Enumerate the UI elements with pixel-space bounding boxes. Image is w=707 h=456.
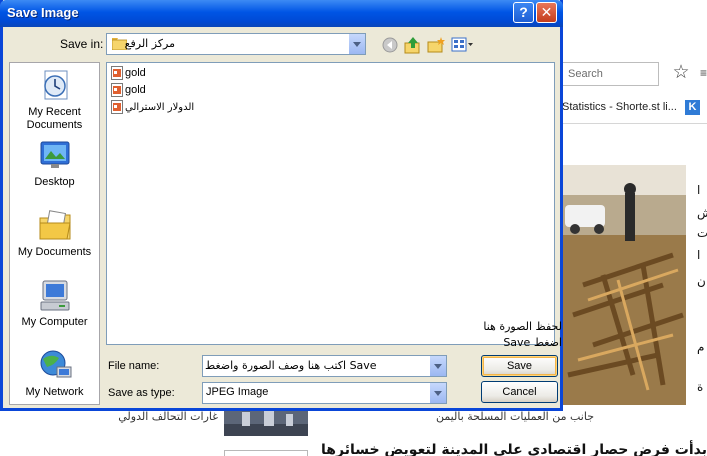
- save-in-value: مركز الرفع: [124, 37, 175, 50]
- place-recent-documents[interactable]: My Recent Documents: [10, 69, 99, 132]
- k-icon: K: [684, 99, 700, 115]
- my-computer-icon: [40, 280, 69, 311]
- bookmark-label: Statistics - Shorte.st li...: [562, 101, 677, 113]
- article-edge-text: ش: [697, 206, 707, 220]
- file-item[interactable]: gold: [111, 65, 146, 81]
- file-item[interactable]: gold: [111, 82, 146, 98]
- place-label: My Network: [25, 386, 84, 398]
- my-network-icon: [40, 350, 71, 378]
- article-edge-text: م: [697, 340, 705, 354]
- bookmark-item[interactable]: Statistics - Shorte.st li... K: [562, 97, 707, 117]
- related-link[interactable]: غارات التحالف الدولي: [96, 410, 218, 423]
- save-in-dropdown[interactable]: مركز الرفع: [106, 33, 366, 55]
- place-label: Desktop: [34, 176, 75, 188]
- chevron-down-icon[interactable]: [429, 356, 446, 376]
- bookmark-star-icon[interactable]: ☆: [668, 62, 694, 86]
- my-documents-icon: [39, 210, 71, 240]
- place-my-network[interactable]: My Network: [10, 349, 99, 399]
- save-as-type-value: JPEG Image: [206, 386, 269, 398]
- recent-documents-icon: [43, 70, 67, 100]
- article-edge-text: ة: [697, 380, 704, 394]
- article-edge-text: ن: [697, 274, 706, 288]
- save-as-type-label: Save as type:: [108, 387, 175, 399]
- chevron-down-icon[interactable]: [429, 383, 446, 403]
- view-menu-icon[interactable]: [450, 35, 474, 55]
- article-body-text: بدأت فرض حصار اقتصادي على المدينة لتعويض…: [321, 442, 707, 456]
- place-label: My Documents: [17, 246, 92, 258]
- place-my-computer[interactable]: My Computer: [10, 279, 99, 329]
- article-photo: [563, 165, 686, 405]
- places-bar: My Recent Documents Desktop My Documents: [9, 62, 100, 405]
- annotation-line: اضغط Save: [503, 336, 562, 349]
- file-list[interactable]: gold gold الدولار الاسترالي: [106, 62, 555, 345]
- file-name: الدولار الاسترالي: [125, 102, 195, 113]
- place-label: My Recent Documents: [26, 106, 83, 131]
- save-button[interactable]: Save: [481, 355, 558, 377]
- chevron-down-icon[interactable]: [348, 34, 365, 54]
- desktop-icon: [40, 141, 69, 168]
- file-name-label: File name:: [108, 360, 160, 372]
- menu-icon[interactable]: ≡: [700, 66, 707, 84]
- cancel-button[interactable]: Cancel: [481, 381, 558, 403]
- save-as-type-dropdown[interactable]: JPEG Image: [202, 382, 447, 404]
- image-file-icon: [111, 100, 123, 115]
- instruction-annotation: لحفظ الصورة هنا اضغط Save: [478, 319, 562, 351]
- annotation-line: لحفظ الصورة هنا: [483, 320, 562, 333]
- photo-caption: جانب من العمليات المسلحة باليمن: [435, 410, 594, 423]
- back-icon[interactable]: [380, 35, 400, 55]
- help-button[interactable]: ?: [513, 2, 534, 23]
- browser-search-input[interactable]: Search: [561, 62, 659, 86]
- article-edge-text: ا: [697, 248, 701, 262]
- related-thumbnail-2[interactable]: [224, 450, 308, 456]
- file-name: gold: [125, 67, 146, 79]
- file-name-value: اكتب هنا وصف الصورة واضغط Save: [205, 359, 377, 372]
- file-item[interactable]: الدولار الاسترالي: [111, 99, 194, 115]
- place-desktop[interactable]: Desktop: [10, 139, 99, 189]
- article-edge-text: ا: [697, 183, 701, 197]
- save-in-label: Save in:: [60, 37, 104, 51]
- image-file-icon: [111, 83, 123, 98]
- up-folder-icon[interactable]: [403, 35, 423, 55]
- place-label: My Computer: [21, 316, 88, 328]
- dialog-title: Save Image: [7, 5, 79, 20]
- file-name-field[interactable]: اكتب هنا وصف الصورة واضغط Save: [202, 355, 447, 377]
- new-folder-icon[interactable]: [426, 35, 446, 55]
- file-name: gold: [125, 84, 146, 96]
- dialog-titlebar[interactable]: Save Image ? ✕: [0, 0, 563, 27]
- place-my-documents[interactable]: My Documents: [10, 209, 99, 259]
- toolbar-divider: [556, 123, 707, 124]
- close-button[interactable]: ✕: [536, 2, 557, 23]
- article-edge-text: ت: [697, 226, 707, 240]
- image-file-icon: [111, 66, 123, 81]
